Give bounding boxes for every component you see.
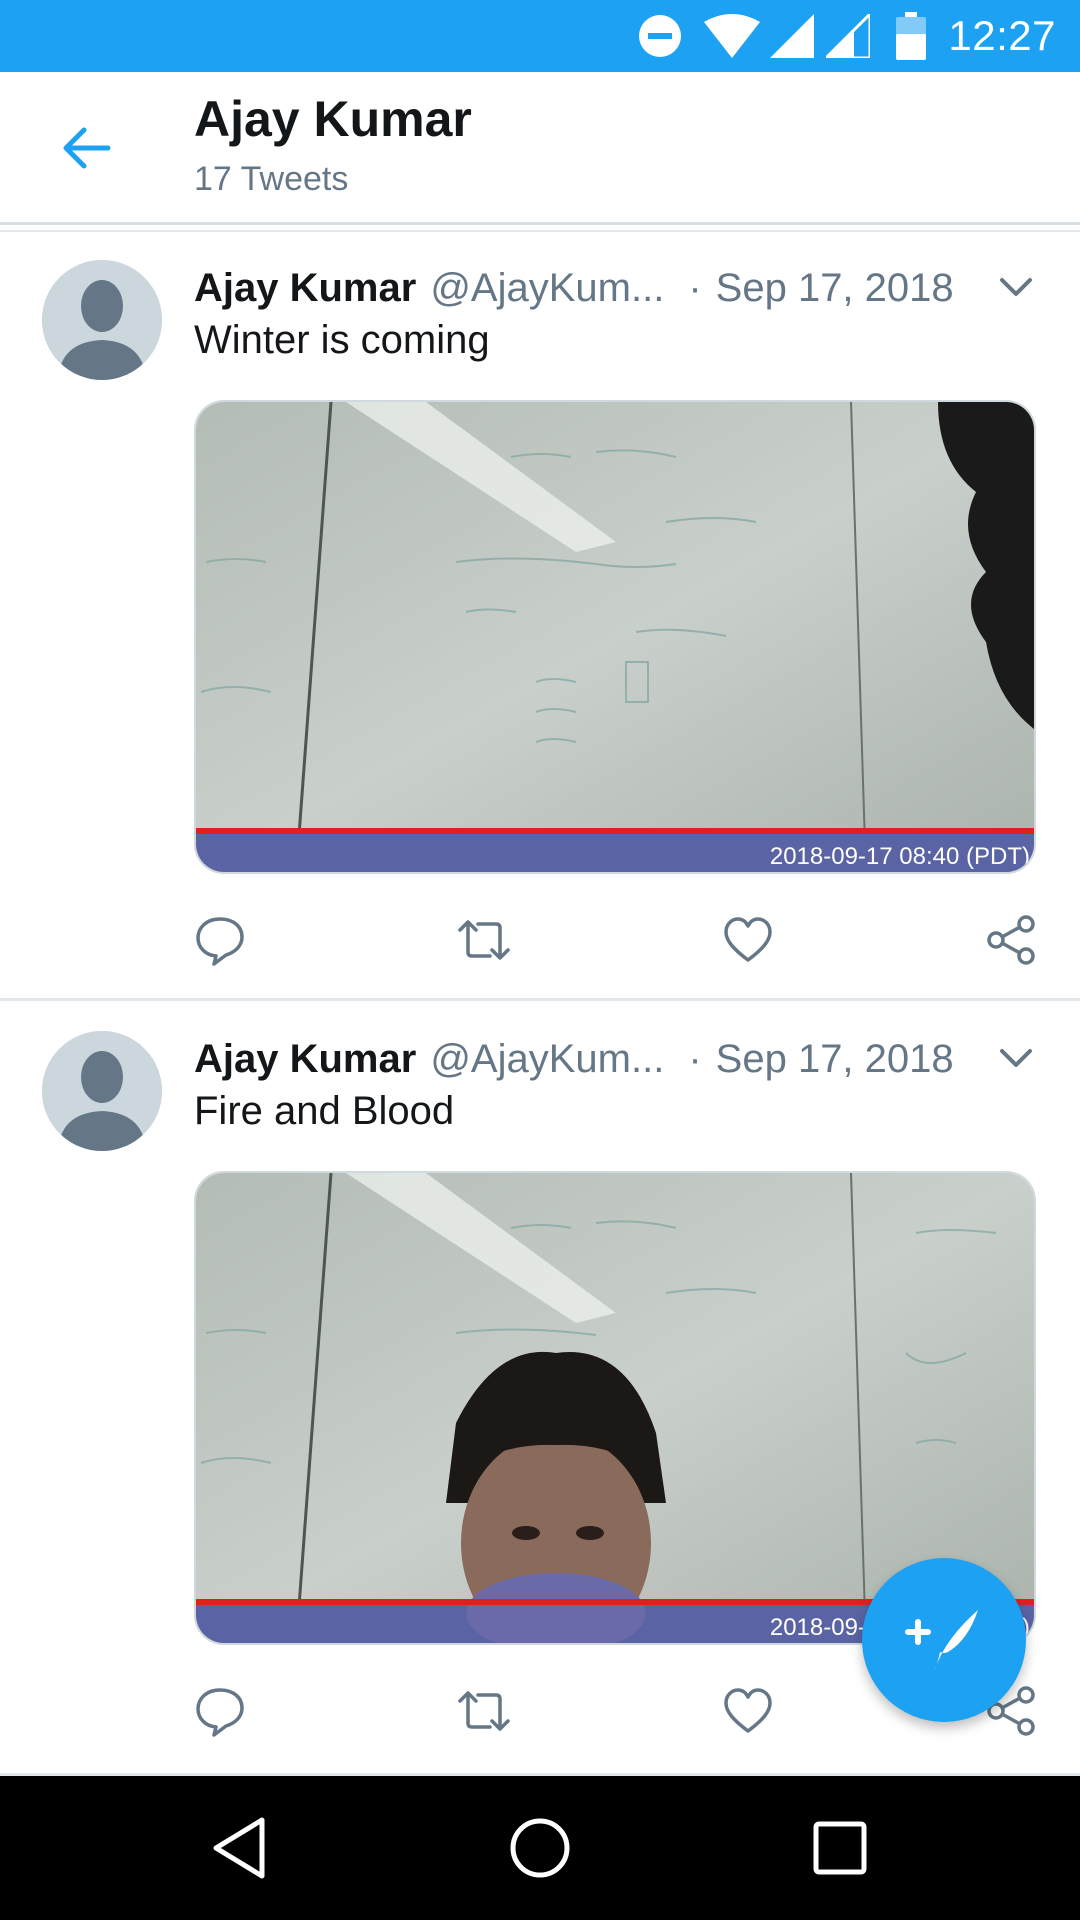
media-timestamp: 2018-09-17 08:40 (PDT) [770, 843, 1030, 870]
system-nav-bar [0, 1776, 1080, 1920]
like-icon[interactable] [722, 1685, 774, 1737]
back-arrow-icon[interactable] [58, 120, 114, 176]
compose-tweet-button[interactable] [862, 1558, 1026, 1722]
retweet-icon[interactable] [456, 1685, 510, 1737]
share-icon[interactable] [986, 914, 1038, 966]
tweet-author-handle[interactable]: @AjayKum... [430, 1037, 664, 1082]
status-time: 12:27 [948, 12, 1056, 59]
like-icon[interactable] [722, 914, 774, 966]
battery-icon [896, 12, 927, 60]
do-not-disturb-icon [638, 14, 682, 58]
reply-icon[interactable] [194, 914, 246, 966]
nav-recents-icon[interactable] [804, 1812, 876, 1884]
tweet-author-name[interactable]: Ajay Kumar [194, 266, 416, 311]
retweet-icon[interactable] [456, 914, 510, 966]
wifi-icon [704, 14, 761, 58]
default-avatar-icon [42, 260, 162, 380]
whiteboard-photo: 2018-09-17 08:40 (PDT) [196, 402, 1034, 872]
avatar[interactable] [42, 260, 162, 380]
signal-icon [770, 14, 815, 58]
separator-dot: · [688, 1036, 702, 1081]
tweet[interactable]: Ajay Kumar @AjayKum... · Sep 17, 2018 Wi… [0, 232, 1080, 1001]
tweet-header: Ajay Kumar @AjayKum... · Sep 17, 2018 [194, 1031, 954, 1087]
status-icons: 12:27 [638, 0, 1056, 72]
tweet-text: Winter is coming [194, 318, 490, 362]
tweet-text: Fire and Blood [194, 1089, 455, 1133]
nav-back-icon[interactable] [206, 1812, 278, 1884]
tweet-date[interactable]: Sep 17, 2018 [716, 266, 954, 311]
nav-home-icon[interactable] [504, 1812, 576, 1884]
avatar[interactable] [42, 1031, 162, 1151]
tweet-count: 17 Tweets [194, 160, 349, 198]
status-bar: 12:27 [0, 0, 1080, 72]
reply-icon[interactable] [194, 1685, 246, 1737]
compose-tweet-icon [905, 1610, 978, 1672]
default-avatar-icon [42, 1031, 162, 1151]
tweet-header: Ajay Kumar @AjayKum... · Sep 17, 2018 [194, 260, 954, 316]
tweet-media[interactable]: 2018-09-17 08:40 (PDT) [194, 400, 1036, 874]
profile-name-title: Ajay Kumar [194, 91, 472, 147]
chevron-down-icon[interactable] [996, 1043, 1036, 1073]
tweet-author-name[interactable]: Ajay Kumar [194, 1037, 416, 1082]
tweet-actions [0, 914, 1080, 974]
chevron-down-icon[interactable] [996, 272, 1036, 302]
profile-header: Ajay Kumar 17 Tweets [0, 72, 1080, 225]
signal-icon [826, 14, 871, 58]
tweet-date[interactable]: Sep 17, 2018 [716, 1037, 954, 1082]
tweet-author-handle[interactable]: @AjayKum... [430, 266, 664, 311]
separator-dot: · [688, 265, 702, 310]
